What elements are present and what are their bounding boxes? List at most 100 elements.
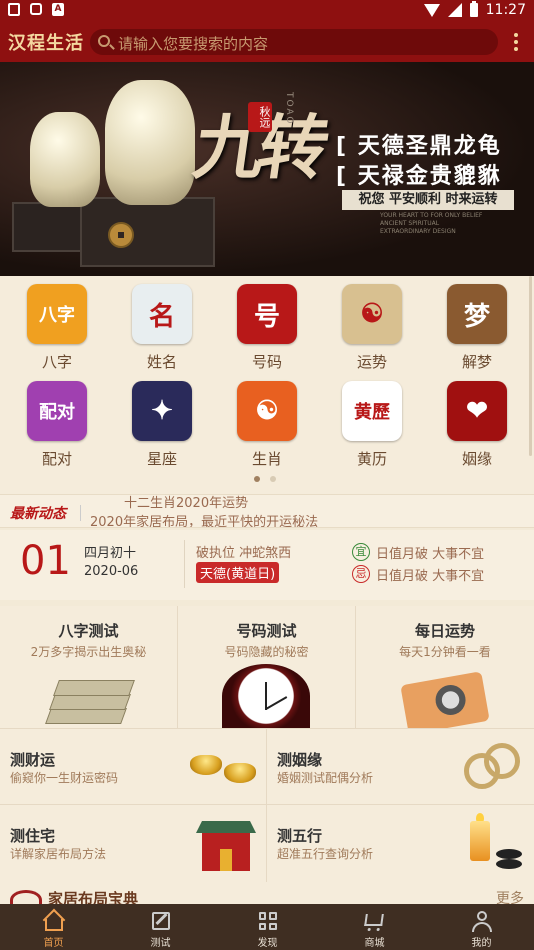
yin-yang-scroll-icon: [400, 671, 490, 735]
search-placeholder: 请输入您要搜索的内容: [118, 35, 269, 53]
grid-item[interactable]: 号号码: [227, 284, 307, 372]
ji-icon: 忌: [352, 565, 370, 583]
grid-item-label: 运势: [356, 353, 387, 371]
almanac-card[interactable]: 01 四月初十 2020-06 破执位 冲蛇煞西 天德(黄道日) 宜 日值月破 …: [0, 530, 534, 600]
banner-slogan: 祝您 平安顺利 时来运转: [342, 190, 514, 210]
grid-item-label: 解梦: [461, 353, 492, 371]
section-icon: [10, 890, 42, 904]
user-icon: [470, 909, 494, 933]
bazi-test-card[interactable]: 八字测试 2万多字揭示出生奥秘: [0, 606, 178, 728]
clock-icon: [222, 664, 310, 728]
grid-item[interactable]: 梦解梦: [437, 284, 517, 372]
tab-label: 我的: [471, 938, 492, 949]
battery-icon: [469, 1, 478, 17]
house-test-item[interactable]: 测住宅 详解家居布局方法: [0, 804, 266, 880]
grid-item-label: 姻缘: [461, 450, 492, 468]
tab-label: 测试: [150, 938, 171, 949]
item-subtitle: 详解家居布局方法: [10, 847, 107, 861]
scrollbar[interactable]: [529, 276, 532, 456]
grid-item[interactable]: ❤ 姻缘: [437, 381, 517, 469]
banner-seal: 秋远: [248, 102, 272, 132]
more-link[interactable]: 更多: [496, 888, 524, 904]
tab-home[interactable]: 首页: [0, 904, 107, 950]
tab-label: 首页: [43, 938, 64, 949]
grid-item[interactable]: ☯ 生肖: [227, 381, 307, 469]
test-cards: 八字测试 2万多字揭示出生奥秘 号码测试 号码隐藏的秘密 每日运势 每天1分钟看…: [0, 606, 534, 735]
grid-icon: [256, 909, 280, 933]
cart-icon: [363, 909, 387, 933]
yi-text: 日值月破 大事不宜: [376, 547, 485, 562]
daily-fortune-card[interactable]: 每日运势 每天1分钟看一看: [356, 606, 534, 735]
category-grid: 八字 八字名姓名号号码 ☯ 运势梦解梦 配对 配对 ✦ 星座 ☯ 生肖 黄歷 黄历 ❤ 姻缘: [0, 276, 534, 494]
news-headline[interactable]: 2020年家居布局，最近平快的开运秘法: [90, 511, 318, 527]
books-icon: [45, 668, 135, 728]
rings-icon: [464, 743, 524, 791]
grid-item[interactable]: ✦ 星座: [122, 381, 202, 469]
overflow-menu-icon[interactable]: [514, 33, 518, 51]
gold-ingot-icon: [190, 751, 260, 787]
wealth-test-item[interactable]: 测财运 偷窥你一生财运密码: [0, 728, 266, 804]
grid-item[interactable]: 名姓名: [122, 284, 202, 372]
tab-mall[interactable]: 商城: [321, 904, 428, 950]
display-stand: [80, 197, 215, 267]
app-logo: 汉程生活: [8, 33, 84, 54]
item-subtitle: 偷窥你一生财运密码: [10, 771, 119, 785]
bottom-tab-bar: 首页 测试 发现 商城 我的: [0, 904, 534, 950]
marriage-test-item[interactable]: 测姻缘 婚姻测试配偶分析: [267, 728, 534, 804]
tab-label: 商城: [364, 938, 385, 949]
card-subtitle: 2万多字揭示出生奥秘: [30, 645, 147, 659]
promo-banner[interactable]: 九转 秋远 TOAO [ 天德圣鼎龙龟 [ 天禄金贵貔貅 祝您 平安顺利 时来运…: [0, 62, 534, 276]
news-prev-headline: 十二生肖2020年运势: [124, 496, 249, 511]
jade-statue: [30, 112, 100, 207]
item-subtitle: 超准五行查询分析: [277, 847, 374, 861]
ji-text: 日值月破 大事不宜: [376, 569, 485, 584]
candle-icon: [462, 813, 524, 875]
tab-test[interactable]: 测试: [107, 904, 214, 950]
status-bar: A 11:27: [0, 0, 534, 22]
grid-item[interactable]: 八字 八字: [17, 284, 97, 372]
section-title: 家居布局宝典: [48, 890, 139, 904]
grid-item-label: 生肖: [251, 450, 282, 468]
card-subtitle: 号码隐藏的秘密: [224, 645, 309, 659]
jade-statue: [105, 80, 195, 205]
grid-item[interactable]: ☯ 运势: [332, 284, 412, 372]
grid-item-label: 号码: [251, 353, 282, 371]
dream-icon: 梦: [447, 284, 507, 344]
item-title: 测姻缘: [277, 751, 323, 769]
number-icon: 号: [237, 284, 297, 344]
feature-list: 测财运 偷窥你一生财运密码 测姻缘 婚姻测试配偶分析 测住宅 详解家居布局方法 …: [0, 728, 534, 882]
auspicious-day-badge: 天德(黄道日): [196, 562, 280, 583]
item-subtitle: 婚姻测试配偶分析: [277, 771, 374, 785]
news-tag: 最新动态: [10, 506, 66, 522]
news-ticker[interactable]: 最新动态 十二生肖2020年运势 2020年家居布局，最近平快的开运秘法: [0, 494, 534, 528]
grid-item[interactable]: 黄歷 黄历: [332, 381, 412, 469]
tab-label: 发现: [257, 938, 278, 949]
grid-item-label: 配对: [41, 450, 72, 468]
temple-icon: [194, 813, 258, 873]
almanac-icon: 黄歷: [342, 381, 402, 441]
signal-icon: [447, 3, 462, 17]
card-subtitle: 每天1分钟看一看: [399, 645, 491, 659]
a-notification-icon: A: [52, 3, 64, 16]
marriage-icon: ❤: [447, 381, 507, 441]
pen-icon: [149, 909, 173, 933]
clock: 11:27: [485, 2, 526, 18]
item-title: 测五行: [277, 827, 323, 845]
match-icon: 配对: [27, 381, 87, 441]
number-test-card[interactable]: 号码测试 号码隐藏的秘密: [178, 606, 356, 728]
app-bar: 汉程生活 请输入您要搜索的内容: [0, 22, 534, 62]
lunar-date: 四月初十: [84, 546, 137, 561]
card-title: 八字测试: [58, 622, 119, 640]
fortune-icon: ☯: [342, 284, 402, 344]
section-header: 家居布局宝典 更多: [0, 882, 534, 904]
banner-line-2: [ 天禄金贵貔貅: [336, 164, 502, 189]
bazi-icon: 八字: [27, 284, 87, 344]
tab-discover[interactable]: 发现: [214, 904, 321, 950]
tab-profile[interactable]: 我的: [428, 904, 534, 950]
divider: [80, 505, 81, 521]
search-input[interactable]: 请输入您要搜索的内容: [90, 29, 498, 55]
wifi-icon: [423, 3, 440, 17]
grid-item[interactable]: 配对 配对: [17, 381, 97, 469]
calendar-day: 01: [20, 538, 71, 584]
five-elements-test-item[interactable]: 测五行 超准五行查询分析: [267, 804, 534, 880]
